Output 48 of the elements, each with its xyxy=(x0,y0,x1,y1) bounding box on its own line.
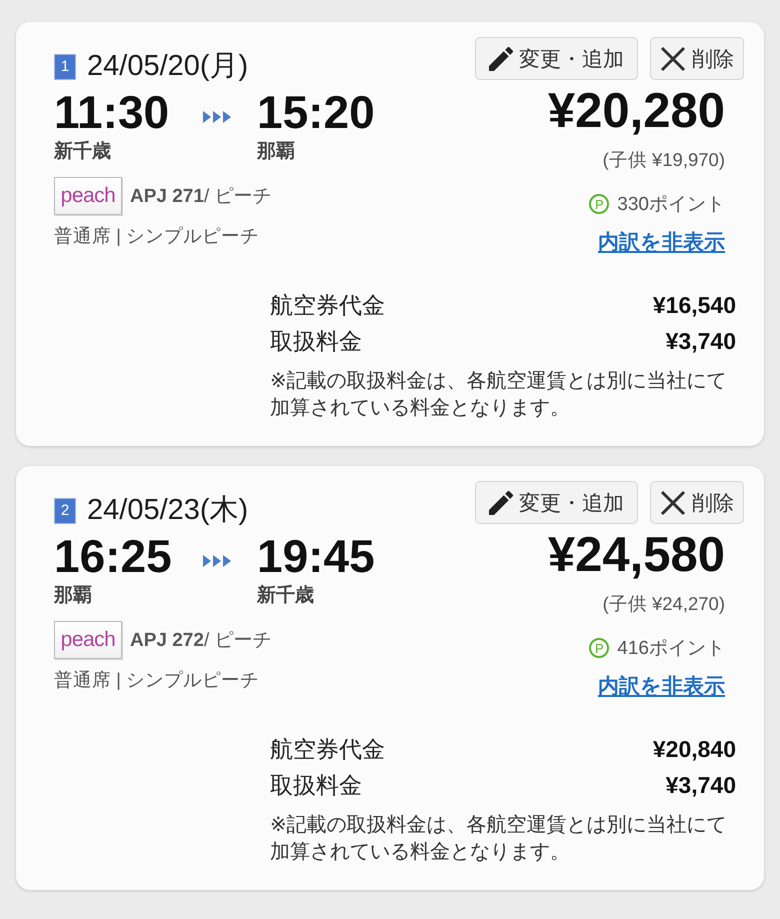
fee-amount: ¥3,740 xyxy=(666,772,736,798)
points-badge: P xyxy=(589,638,610,658)
edit-button[interactable]: 変更・追加 xyxy=(475,481,638,524)
flight-number: APJ 271/ ピーチ xyxy=(130,185,272,209)
points-badge: P xyxy=(589,194,610,214)
arrival-airport: 新千歳 xyxy=(257,585,314,607)
total-price: ¥24,580 xyxy=(548,532,725,578)
airline-logo: peach xyxy=(54,621,122,659)
departure-airport: 那覇 xyxy=(54,585,92,607)
fee-note: ※記載の取扱料金は、各航空運賃とは別に当社にて加算されている料金となります。 xyxy=(270,369,728,421)
triple-arrow-icon xyxy=(203,555,231,567)
fee-amount: ¥16,540 xyxy=(652,292,736,318)
flight-date: 24/05/23(木) xyxy=(87,496,248,525)
delete-button[interactable]: 削除 xyxy=(650,481,744,524)
fare-class: 普通席 | シンプルピーチ xyxy=(54,224,260,248)
hide-breakdown-link[interactable]: 内訳を非表示 xyxy=(598,231,725,255)
pencil-icon xyxy=(489,46,513,70)
flight-number: APJ 272/ ピーチ xyxy=(130,629,272,653)
fee-amount: ¥3,740 xyxy=(666,328,736,354)
arrival-airport: 那覇 xyxy=(257,141,295,163)
points-text: 330ポイント xyxy=(617,193,725,217)
departure-time: 11:30 xyxy=(54,89,170,135)
fee-label: 航空券代金 xyxy=(270,734,385,764)
triple-arrow-icon xyxy=(203,111,231,123)
hide-breakdown-link[interactable]: 内訳を非表示 xyxy=(598,675,725,699)
child-price: (子供 ¥24,270) xyxy=(602,592,725,616)
pencil-icon xyxy=(489,490,513,514)
close-icon xyxy=(660,490,686,516)
fare-class: 普通席 | シンプルピーチ xyxy=(54,668,260,692)
arrival-time: 19:45 xyxy=(257,533,375,579)
leg-number-badge: 1 xyxy=(54,54,76,80)
leg-number-badge: 2 xyxy=(54,498,76,524)
close-icon xyxy=(660,46,686,72)
flight-date: 24/05/20(月) xyxy=(87,52,248,81)
edit-button[interactable]: 変更・追加 xyxy=(475,37,638,80)
points-text: 416ポイント xyxy=(617,637,725,661)
fee-label: 取扱料金 xyxy=(270,770,362,800)
arrival-time: 15:20 xyxy=(257,89,375,135)
fee-note: ※記載の取扱料金は、各航空運賃とは別に当社にて加算されている料金となります。 xyxy=(270,813,728,865)
fee-label: 取扱料金 xyxy=(270,326,362,356)
departure-time: 16:25 xyxy=(54,533,172,579)
child-price: (子供 ¥19,970) xyxy=(602,148,725,172)
total-price: ¥20,280 xyxy=(548,88,725,134)
fee-amount: ¥20,840 xyxy=(652,736,736,762)
fee-label: 航空券代金 xyxy=(270,290,385,320)
delete-button[interactable]: 削除 xyxy=(650,37,744,80)
airline-logo: peach xyxy=(54,177,122,215)
departure-airport: 新千歳 xyxy=(54,141,111,163)
